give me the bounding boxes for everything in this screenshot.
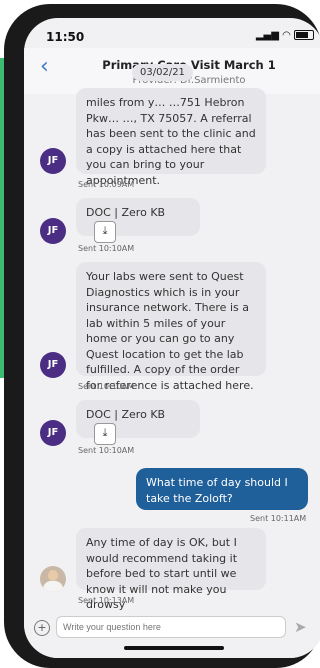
phone-frame: 11:50 ▂▄▆ ◠ ‹ Primary Care Visit March 1… (4, 4, 320, 668)
avatar: JF (40, 218, 66, 244)
wifi-icon: ◠ (282, 30, 291, 41)
status-time: 11:50 (46, 30, 85, 44)
home-indicator (124, 646, 224, 650)
avatar: JF (40, 352, 66, 378)
question-input[interactable] (56, 616, 286, 638)
avatar: JF (40, 148, 66, 174)
sent-timestamp: Sent 10:11AM (250, 514, 307, 523)
composer-bar: + ➤ (24, 614, 320, 658)
add-attachment-icon[interactable]: + (34, 620, 50, 636)
sent-timestamp: Sent 10:10AM (78, 382, 135, 391)
message-bubble: Your labs were sent to Quest Diagnostics… (76, 262, 266, 392)
download-icon[interactable]: ⤓ (94, 220, 116, 243)
avatar: JF (40, 420, 66, 446)
app-screen: 11:50 ▂▄▆ ◠ ‹ Primary Care Visit March 1… (24, 18, 320, 658)
message-text: What time of day should I take the Zolof… (146, 476, 288, 505)
attachment-label: DOC | Zero KB (86, 408, 166, 422)
attachment-bubble[interactable]: DOC | Zero KB ⤓ (76, 400, 200, 445)
signal-icon: ▂▄▆ (255, 30, 279, 41)
sent-timestamp: Sent 10:13AM (78, 596, 135, 605)
status-bar: 11:50 ▂▄▆ ◠ (24, 18, 320, 48)
battery-icon (294, 30, 314, 40)
status-icons: ▂▄▆ ◠ (256, 30, 314, 41)
sent-timestamp: Sent 10:10AM (78, 446, 135, 455)
attachment-label: DOC | Zero KB (86, 206, 166, 220)
back-chevron-icon[interactable]: ‹ (40, 54, 49, 79)
send-icon[interactable]: ➤ (294, 618, 307, 636)
message-bubble: miles from y… …751 Hebron Pkw… …, TX 750… (76, 88, 266, 187)
message-text: Your labs were sent to Quest Diagnostics… (86, 270, 254, 392)
outgoing-message-bubble: What time of day should I take the Zolof… (136, 468, 308, 510)
download-icon[interactable]: ⤓ (94, 422, 116, 445)
sent-timestamp: Sent 10:10AM (78, 244, 135, 253)
date-pill: 03/02/21 (132, 64, 193, 81)
sent-timestamp: Sent 10:09AM (78, 180, 135, 189)
doctor-avatar (40, 566, 66, 592)
message-text: miles from y… …751 Hebron Pkw… …, TX 750… (86, 96, 256, 187)
attachment-bubble[interactable]: DOC | Zero KB ⤓ (76, 198, 200, 243)
message-bubble: Any time of day is OK, but I would recom… (76, 528, 266, 611)
